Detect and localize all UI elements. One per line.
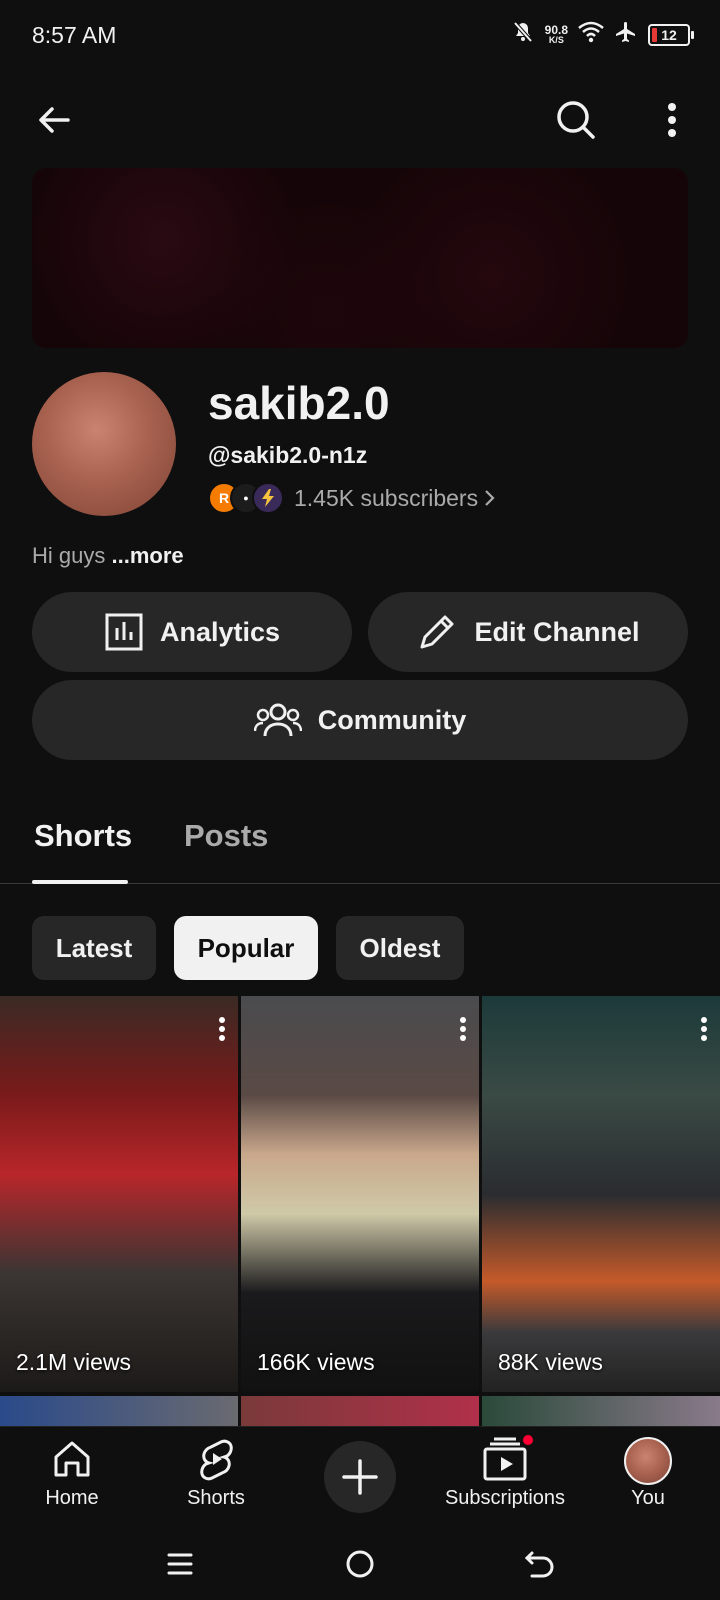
chevron-right-icon xyxy=(485,490,495,506)
tab-posts[interactable]: Posts xyxy=(184,818,268,854)
search-button[interactable] xyxy=(546,90,606,150)
back-arrow-icon xyxy=(39,107,70,133)
back-icon xyxy=(524,1551,554,1578)
nav-home[interactable]: Home xyxy=(2,1437,142,1510)
tab-shorts[interactable]: Shorts xyxy=(34,818,132,854)
chip-popular[interactable]: Popular xyxy=(174,916,318,980)
channel-description[interactable]: Hi guys ...more xyxy=(32,543,184,569)
pencil-icon xyxy=(420,615,454,649)
short-menu-button[interactable] xyxy=(700,1016,708,1047)
edit-channel-label: Edit Channel xyxy=(474,616,640,647)
channel-banner xyxy=(32,168,688,348)
recent-apps-button[interactable] xyxy=(160,1544,200,1584)
avatar xyxy=(624,1437,672,1485)
description-text: Hi guys xyxy=(32,543,106,568)
wifi-icon xyxy=(578,21,604,48)
short-thumbnail[interactable] xyxy=(482,1396,720,1426)
short-views: 166K views xyxy=(257,1349,375,1375)
community-label: Community xyxy=(317,704,467,735)
search-icon xyxy=(557,101,595,139)
short-menu-button[interactable] xyxy=(459,1016,467,1047)
status-time: 8:57 AM xyxy=(32,22,117,48)
channel-handle: @sakib2.0-n1z xyxy=(208,442,368,468)
back-nav-button[interactable] xyxy=(520,1544,560,1584)
subscriber-count: 1.45K subscribers xyxy=(294,484,479,511)
more-link[interactable]: ...more xyxy=(111,543,183,568)
home-icon xyxy=(54,1441,90,1477)
short-thumbnail[interactable] xyxy=(0,1396,238,1426)
status-icons: 90.8 K/S 12 xyxy=(511,20,694,49)
menu-icon xyxy=(167,1553,193,1575)
nav-you[interactable]: You xyxy=(578,1437,718,1510)
channel-avatar[interactable] xyxy=(32,372,176,516)
community-button[interactable]: Community xyxy=(32,680,688,760)
nav-shorts-label: Shorts xyxy=(187,1487,245,1509)
airplane-icon xyxy=(614,20,638,49)
add-icon xyxy=(342,1459,378,1495)
chip-latest[interactable]: Latest xyxy=(32,916,156,980)
nav-subscriptions-label: Subscriptions xyxy=(444,1487,566,1509)
subscribers-row[interactable]: R ● 1.45K subscribers xyxy=(208,482,496,514)
more-vert-icon xyxy=(219,1017,225,1041)
more-vert-icon xyxy=(668,103,676,137)
subscriber-avatar xyxy=(252,482,284,514)
bottom-navigation: Home Shorts Subscriptions You xyxy=(0,1426,720,1530)
nav-shorts[interactable]: Shorts xyxy=(146,1437,286,1510)
circle-icon xyxy=(346,1550,374,1578)
shorts-icon xyxy=(200,1439,233,1481)
community-icon xyxy=(253,703,302,737)
top-app-bar xyxy=(0,90,720,150)
status-bar: 8:57 AM 90.8 K/S 12 xyxy=(0,0,720,72)
short-thumbnail[interactable]: 88K views xyxy=(482,996,720,1392)
shorts-grid: 2.1M views 166K views 88K views xyxy=(0,996,720,1426)
short-menu-button[interactable] xyxy=(218,1016,226,1047)
system-navigation-bar xyxy=(0,1530,720,1600)
edit-channel-button[interactable]: Edit Channel xyxy=(368,592,688,672)
more-vert-icon xyxy=(701,1017,707,1041)
home-button[interactable] xyxy=(340,1544,380,1584)
back-button[interactable] xyxy=(24,90,84,150)
channel-tabs: Shorts Posts xyxy=(0,800,720,884)
more-vert-icon xyxy=(460,1017,466,1041)
active-tab-indicator xyxy=(32,880,128,884)
more-options-button[interactable] xyxy=(642,90,702,150)
short-thumbnail[interactable]: 2.1M views xyxy=(0,996,238,1392)
bell-muted-icon xyxy=(511,20,535,49)
network-speed: 90.8 K/S xyxy=(544,23,568,45)
short-thumbnail[interactable]: 166K views xyxy=(241,996,479,1392)
short-views: 2.1M views xyxy=(16,1349,132,1375)
battery-indicator: 12 xyxy=(648,23,694,46)
analytics-label: Analytics xyxy=(159,616,281,647)
analytics-icon xyxy=(105,613,143,651)
analytics-button[interactable]: Analytics xyxy=(32,592,352,672)
short-thumbnail[interactable] xyxy=(241,1396,479,1426)
chip-oldest[interactable]: Oldest xyxy=(336,916,464,980)
nav-you-label: You xyxy=(631,1487,665,1509)
short-views: 88K views xyxy=(498,1349,603,1375)
nav-home-label: Home xyxy=(45,1487,99,1509)
notification-dot xyxy=(521,1433,535,1447)
channel-name: sakib2.0 xyxy=(208,377,390,429)
nav-subscriptions[interactable]: Subscriptions xyxy=(435,1433,575,1510)
create-button[interactable] xyxy=(324,1441,396,1513)
